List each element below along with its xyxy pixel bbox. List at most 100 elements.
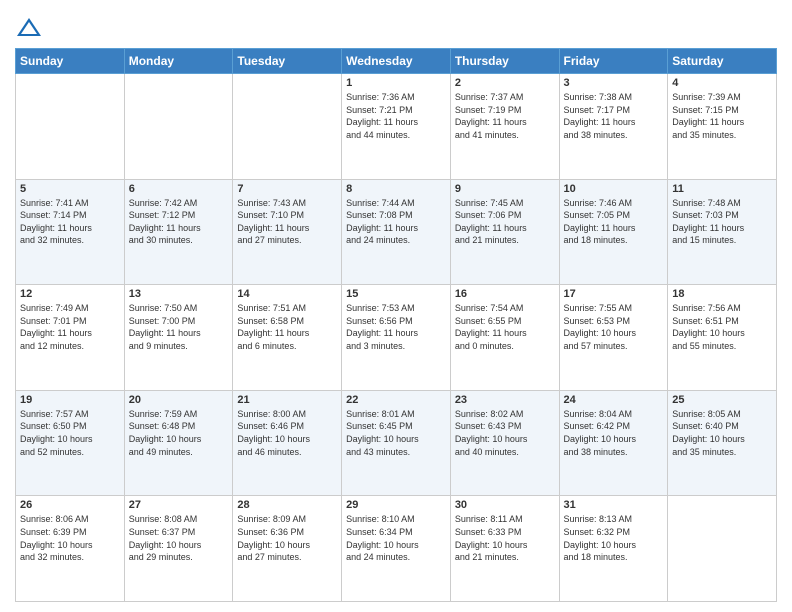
day-info: Sunrise: 7:49 AM Sunset: 7:01 PM Dayligh… [20,302,120,352]
calendar-day-26: 26Sunrise: 8:06 AM Sunset: 6:39 PM Dayli… [16,496,125,602]
day-number: 3 [564,77,664,89]
calendar-day-8: 8 Sunrise: 7:44 AM Sunset: 7:08 PM Daylig… [342,179,451,285]
day-number: 17 [564,288,664,300]
calendar-day-3: 3 Sunrise: 7:38 AM Sunset: 7:17 PM Daylig… [559,74,668,180]
day-number: 10 [564,183,664,195]
page: SundayMondayTuesdayWednesdayThursdayFrid… [0,0,792,612]
day-info: Sunrise: 7:38 AM Sunset: 7:17 PM Dayligh… [564,91,664,141]
calendar-day-20: 20Sunrise: 7:59 AM Sunset: 6:48 PM Dayli… [124,390,233,496]
calendar-day-17: 17 Sunrise: 7:55 AM Sunset: 6:53 PM Dayli… [559,285,668,391]
calendar-day-10: 10 Sunrise: 7:46 AM Sunset: 7:05 PM Dayli… [559,179,668,285]
weekday-header-friday: Friday [559,49,668,74]
calendar-day-18: 18 Sunrise: 7:56 AM Sunset: 6:51 PM Dayli… [668,285,777,391]
day-number: 23 [455,394,555,406]
calendar-day-4: 4 Sunrise: 7:39 AM Sunset: 7:15 PM Daylig… [668,74,777,180]
day-number: 2 [455,77,555,89]
day-number: 27 [129,499,229,511]
day-info: Sunrise: 8:01 AM Sunset: 6:45 PM Dayligh… [346,408,446,458]
day-number: 20 [129,394,229,406]
header [15,10,777,42]
weekday-header-monday: Monday [124,49,233,74]
day-info: Sunrise: 8:00 AM Sunset: 6:46 PM Dayligh… [237,408,337,458]
empty-day-cell [668,496,777,602]
day-info: Sunrise: 7:45 AM Sunset: 7:06 PM Dayligh… [455,197,555,247]
calendar-day-23: 23 Sunrise: 8:02 AM Sunset: 6:43 PM Dayli… [450,390,559,496]
day-number: 4 [672,77,772,89]
day-info: Sunrise: 7:50 AM Sunset: 7:00 PM Dayligh… [129,302,229,352]
calendar-day-2: 2 Sunrise: 7:37 AM Sunset: 7:19 PM Daylig… [450,74,559,180]
calendar-day-27: 27 Sunrise: 8:08 AM Sunset: 6:37 PM Dayli… [124,496,233,602]
logo-icon [15,14,43,42]
day-info: Sunrise: 7:41 AM Sunset: 7:14 PM Dayligh… [20,197,120,247]
day-number: 5 [20,183,120,195]
calendar-day-9: 9 Sunrise: 7:45 AM Sunset: 7:06 PM Daylig… [450,179,559,285]
day-info: Sunrise: 7:39 AM Sunset: 7:15 PM Dayligh… [672,91,772,141]
day-info: Sunrise: 7:42 AM Sunset: 7:12 PM Dayligh… [129,197,229,247]
weekday-header-thursday: Thursday [450,49,559,74]
calendar-day-14: 14 Sunrise: 7:51 AM Sunset: 6:58 PM Dayli… [233,285,342,391]
calendar-day-15: 15 Sunrise: 7:53 AM Sunset: 6:56 PM Dayli… [342,285,451,391]
day-number: 28 [237,499,337,511]
day-number: 25 [672,394,772,406]
calendar-day-24: 24 Sunrise: 8:04 AM Sunset: 6:42 PM Dayli… [559,390,668,496]
calendar-day-1: 1 Sunrise: 7:36 AM Sunset: 7:21 PM Daylig… [342,74,451,180]
day-info: Sunrise: 7:51 AM Sunset: 6:58 PM Dayligh… [237,302,337,352]
day-info: Sunrise: 7:55 AM Sunset: 6:53 PM Dayligh… [564,302,664,352]
day-info: Sunrise: 7:53 AM Sunset: 6:56 PM Dayligh… [346,302,446,352]
day-number: 21 [237,394,337,406]
weekday-header-tuesday: Tuesday [233,49,342,74]
day-info: Sunrise: 8:06 AM Sunset: 6:39 PM Dayligh… [20,513,120,563]
calendar-day-13: 13 Sunrise: 7:50 AM Sunset: 7:00 PM Dayli… [124,285,233,391]
day-info: Sunrise: 7:54 AM Sunset: 6:55 PM Dayligh… [455,302,555,352]
calendar-week-row: 26Sunrise: 8:06 AM Sunset: 6:39 PM Dayli… [16,496,777,602]
calendar-day-16: 16 Sunrise: 7:54 AM Sunset: 6:55 PM Dayli… [450,285,559,391]
calendar-day-22: 22Sunrise: 8:01 AM Sunset: 6:45 PM Dayli… [342,390,451,496]
day-number: 24 [564,394,664,406]
day-info: Sunrise: 7:46 AM Sunset: 7:05 PM Dayligh… [564,197,664,247]
weekday-header-wednesday: Wednesday [342,49,451,74]
calendar-table: SundayMondayTuesdayWednesdayThursdayFrid… [15,48,777,602]
calendar-day-12: 12 Sunrise: 7:49 AM Sunset: 7:01 PM Dayli… [16,285,125,391]
day-number: 13 [129,288,229,300]
day-info: Sunrise: 7:44 AM Sunset: 7:08 PM Dayligh… [346,197,446,247]
day-info: Sunrise: 8:05 AM Sunset: 6:40 PM Dayligh… [672,408,772,458]
calendar-day-19: 19Sunrise: 7:57 AM Sunset: 6:50 PM Dayli… [16,390,125,496]
day-info: Sunrise: 7:56 AM Sunset: 6:51 PM Dayligh… [672,302,772,352]
day-number: 30 [455,499,555,511]
day-number: 15 [346,288,446,300]
day-number: 9 [455,183,555,195]
calendar-day-5: 5 Sunrise: 7:41 AM Sunset: 7:14 PM Daylig… [16,179,125,285]
calendar-week-row: 12 Sunrise: 7:49 AM Sunset: 7:01 PM Dayli… [16,285,777,391]
day-info: Sunrise: 8:02 AM Sunset: 6:43 PM Dayligh… [455,408,555,458]
calendar-week-row: 19Sunrise: 7:57 AM Sunset: 6:50 PM Dayli… [16,390,777,496]
day-number: 1 [346,77,446,89]
day-number: 14 [237,288,337,300]
day-info: Sunrise: 7:36 AM Sunset: 7:21 PM Dayligh… [346,91,446,141]
day-info: Sunrise: 7:48 AM Sunset: 7:03 PM Dayligh… [672,197,772,247]
day-info: Sunrise: 8:11 AM Sunset: 6:33 PM Dayligh… [455,513,555,563]
day-number: 6 [129,183,229,195]
day-info: Sunrise: 7:37 AM Sunset: 7:19 PM Dayligh… [455,91,555,141]
day-number: 8 [346,183,446,195]
day-number: 7 [237,183,337,195]
calendar-week-row: 1 Sunrise: 7:36 AM Sunset: 7:21 PM Daylig… [16,74,777,180]
day-info: Sunrise: 8:10 AM Sunset: 6:34 PM Dayligh… [346,513,446,563]
day-number: 18 [672,288,772,300]
calendar-day-25: 25 Sunrise: 8:05 AM Sunset: 6:40 PM Dayli… [668,390,777,496]
calendar-day-11: 11 Sunrise: 7:48 AM Sunset: 7:03 PM Dayli… [668,179,777,285]
day-info: Sunrise: 8:04 AM Sunset: 6:42 PM Dayligh… [564,408,664,458]
day-info: Sunrise: 8:09 AM Sunset: 6:36 PM Dayligh… [237,513,337,563]
calendar-day-6: 6 Sunrise: 7:42 AM Sunset: 7:12 PM Daylig… [124,179,233,285]
day-number: 29 [346,499,446,511]
calendar-day-29: 29 Sunrise: 8:10 AM Sunset: 6:34 PM Dayli… [342,496,451,602]
day-number: 16 [455,288,555,300]
day-number: 12 [20,288,120,300]
weekday-header-saturday: Saturday [668,49,777,74]
day-info: Sunrise: 8:08 AM Sunset: 6:37 PM Dayligh… [129,513,229,563]
empty-day-cell [233,74,342,180]
day-info: Sunrise: 7:43 AM Sunset: 7:10 PM Dayligh… [237,197,337,247]
calendar-day-7: 7 Sunrise: 7:43 AM Sunset: 7:10 PM Daylig… [233,179,342,285]
calendar-day-30: 30 Sunrise: 8:11 AM Sunset: 6:33 PM Dayli… [450,496,559,602]
day-number: 31 [564,499,664,511]
day-number: 11 [672,183,772,195]
